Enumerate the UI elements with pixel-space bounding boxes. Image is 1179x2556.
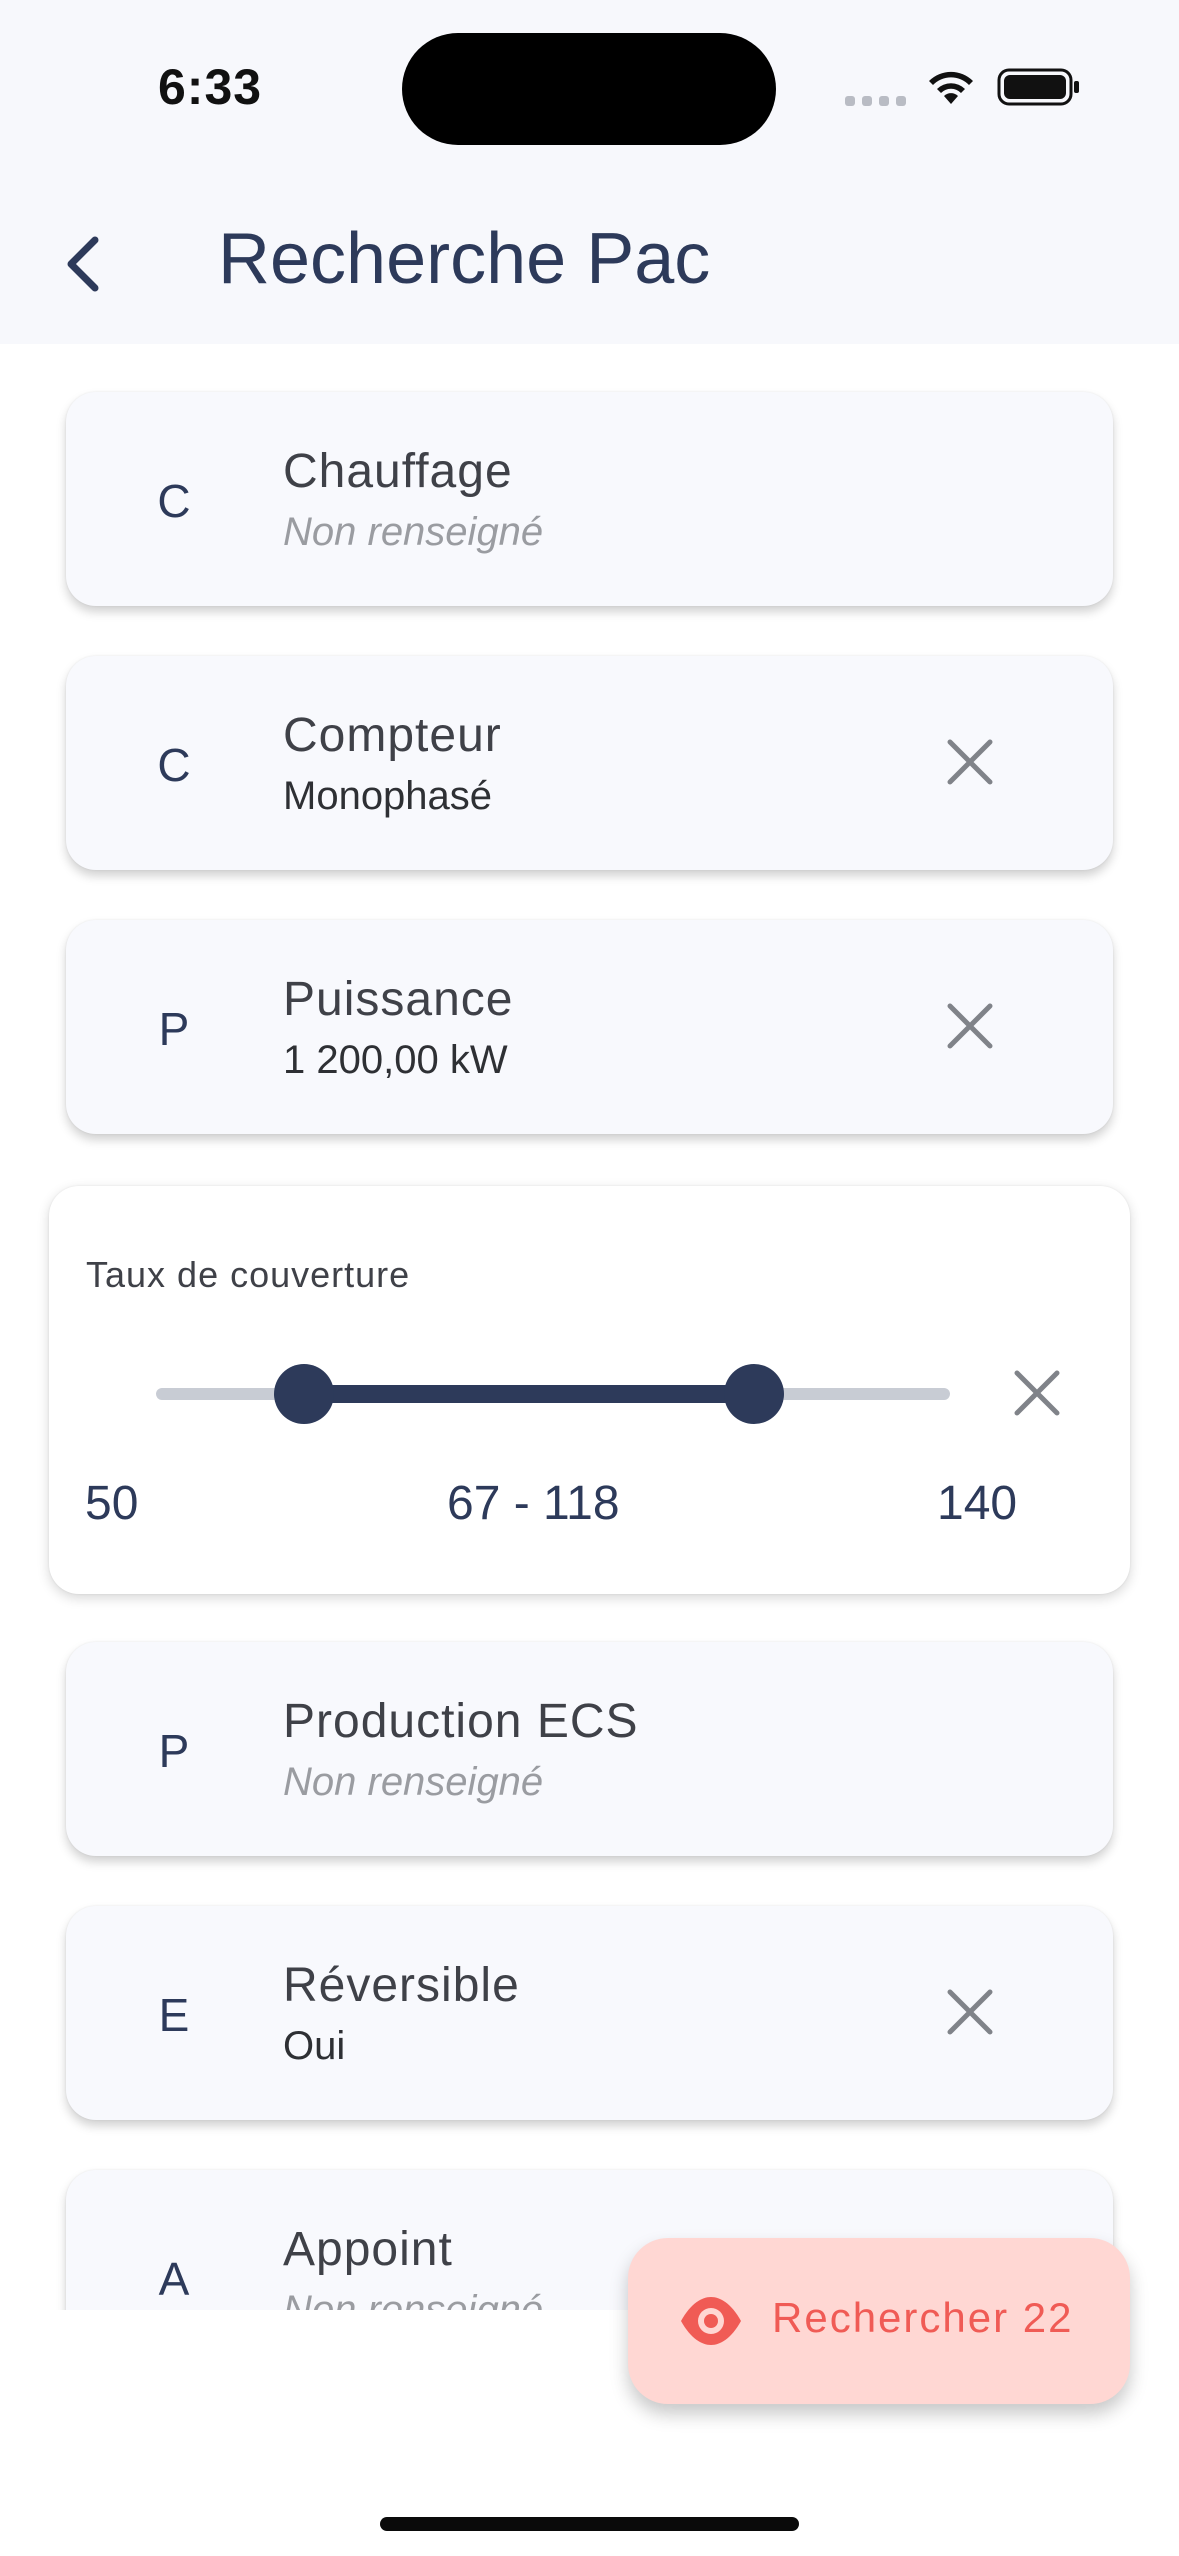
slider-thumb-low[interactable] — [274, 1364, 334, 1424]
coverage-slider-card: Taux de couverture 50 67 - 118 140 — [49, 1186, 1130, 1594]
wifi-icon — [929, 71, 973, 104]
status-time: 6:33 — [158, 59, 263, 115]
filter-value: Monophasé — [283, 774, 493, 818]
clear-icon[interactable] — [944, 1000, 996, 1052]
filter-label: Chauffage — [283, 445, 513, 498]
slider-min-value: 50 — [85, 1477, 139, 1530]
filter-card-chauffage[interactable]: C Chauffage Non renseigné — [66, 392, 1113, 606]
slider-label: Taux de couverture — [86, 1254, 411, 1295]
status-bar: 6:33 — [0, 0, 1179, 180]
clear-icon[interactable] — [944, 1986, 996, 2038]
clear-icon[interactable] — [1011, 1367, 1063, 1419]
battery-icon — [997, 68, 1079, 106]
filter-initial: C — [157, 475, 191, 527]
filter-value: Non renseigné — [283, 510, 544, 554]
filter-label: Compteur — [283, 709, 502, 762]
eye-icon — [681, 2297, 741, 2345]
search-fab-button[interactable]: Rechercher 22 — [628, 2238, 1130, 2404]
page-title: Recherche Pac — [218, 219, 711, 299]
slider-active-range — [304, 1385, 754, 1403]
clear-icon[interactable] — [944, 736, 996, 788]
filter-card-production-ecs[interactable]: P Production ECS Non renseigné — [66, 1642, 1113, 1856]
filter-initial: C — [157, 739, 191, 791]
filter-label: Puissance — [283, 973, 514, 1026]
filter-initial: A — [158, 2253, 190, 2305]
filter-label: Production ECS — [283, 1695, 639, 1748]
filter-label: Appoint — [283, 2223, 453, 2276]
back-arrow-icon[interactable] — [55, 224, 119, 304]
cellular-signal-icon — [845, 96, 906, 106]
app-bar: Recherche Pac — [0, 180, 1179, 344]
filter-initial: P — [158, 1725, 190, 1777]
dynamic-island — [402, 33, 776, 145]
search-fab-label: Rechercher 22 — [772, 2294, 1074, 2341]
filter-card-puissance[interactable]: P Puissance 1 200,00 kW — [66, 920, 1113, 1134]
filter-card-reversible[interactable]: E Réversible Oui — [66, 1906, 1113, 2120]
filter-value: Non renseigné — [283, 1760, 544, 1804]
slider-range-value: 67 - 118 — [447, 1477, 620, 1530]
home-indicator[interactable] — [380, 2517, 799, 2531]
filter-initial: P — [158, 1003, 190, 1055]
filter-label: Réversible — [283, 1959, 520, 2012]
filter-value: Oui — [283, 2024, 346, 2068]
slider-thumb-high[interactable] — [724, 1364, 784, 1424]
filter-card-compteur[interactable]: C Compteur Monophasé — [66, 656, 1113, 870]
filter-initial: E — [158, 1989, 190, 2041]
slider-max-value: 140 — [937, 1477, 1018, 1530]
filter-value: 1 200,00 kW — [283, 1038, 508, 1082]
